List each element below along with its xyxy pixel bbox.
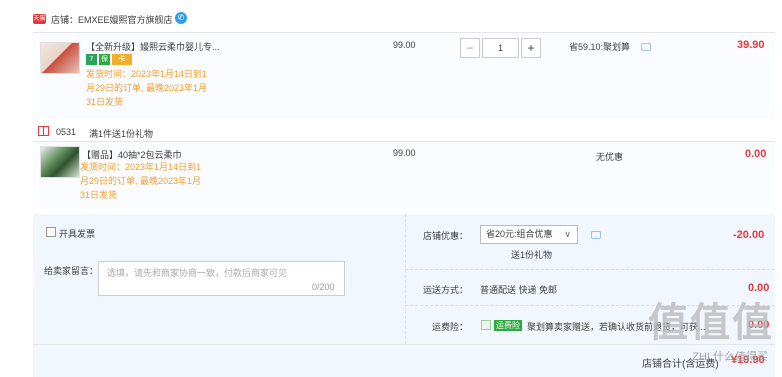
watermark-subtitle: ZHI 什么值得买 xyxy=(692,351,768,363)
shipping-method: 普通配送 快递 免邮 xyxy=(480,285,558,295)
qty-increase-button[interactable]: + xyxy=(521,38,541,58)
qty-input[interactable]: 1 xyxy=(482,38,519,58)
promo-text: 省59.10:聚划算 xyxy=(569,42,631,52)
comment-icon[interactable] xyxy=(591,231,601,239)
product-title[interactable]: 【全新升级】嫚熙云柔巾婴儿专... xyxy=(86,40,220,53)
ship-note-line: 31日发货 xyxy=(80,190,118,200)
item-subtotal: 39.90 xyxy=(737,39,765,51)
gift-thumbnail[interactable] xyxy=(40,146,80,178)
ship-note-line: 发货时间：2023年1月14日到1 xyxy=(86,69,208,79)
item-subtotal: 0.00 xyxy=(745,148,767,160)
wangwang-chat-icon[interactable]: ✆ xyxy=(175,12,187,24)
shop-name[interactable]: 店铺：EMXEE嫚熙官方旗舰店 xyxy=(51,13,173,26)
chevron-down-icon: ∨ xyxy=(564,229,571,239)
divider xyxy=(405,269,775,270)
ship-note-line: 月29日的订单, 最晚2023年1月 xyxy=(86,83,208,93)
shop-discount-note: 送1份礼物 xyxy=(511,250,553,260)
comment-icon[interactable] xyxy=(641,43,651,51)
unit-price: 99.00 xyxy=(393,148,416,158)
card-badge: 卡 xyxy=(112,54,132,65)
guarantee-badge: 保 xyxy=(99,54,110,65)
insurance-label: 运费险： xyxy=(432,322,469,332)
message-placeholder: 选填，请先和商家协商一致，付款后商家可见 xyxy=(107,268,288,278)
watermark-logo: 值值值 xyxy=(648,301,774,345)
tmall-badge: 天猫 xyxy=(33,14,46,24)
invoice-label[interactable]: 开具发票 xyxy=(59,227,95,240)
ship-note-line: 31日发货 xyxy=(86,97,124,107)
seven-day-return-badge: 7 xyxy=(86,54,97,65)
message-counter: 0/200 xyxy=(312,282,335,292)
ship-note-line: 月29日的订单, 最晚2023年1月 xyxy=(80,176,202,186)
promo-text: 无优惠 xyxy=(596,152,624,162)
shop-discount-value: -20.00 xyxy=(733,229,765,241)
ship-note-line: 发货时间：2023年1月14日到1 xyxy=(80,162,202,172)
gift-desc: 满1件送1份礼物 xyxy=(89,129,154,139)
gift-product-title[interactable]: 【赠品】40抽*2包云柔巾 xyxy=(82,148,182,161)
shipping-label: 运送方式： xyxy=(423,285,469,295)
gift-icon xyxy=(38,126,49,136)
invoice-checkbox[interactable] xyxy=(46,227,56,237)
gift-code: 0531 xyxy=(56,127,77,137)
product-thumbnail[interactable] xyxy=(40,42,80,74)
insurance-checkbox[interactable] xyxy=(481,320,491,330)
shop-discount-label: 店铺优惠： xyxy=(423,231,469,241)
insurance-tag: 运费险 xyxy=(494,320,522,331)
qty-decrease-button[interactable]: − xyxy=(460,38,480,58)
message-label: 给卖家留言： xyxy=(44,266,99,276)
shop-discount-select[interactable]: 省20元:组合优惠 ∨ xyxy=(480,225,578,244)
unit-price: 99.00 xyxy=(393,40,416,50)
shop-discount-selected: 省20元:组合优惠 xyxy=(486,229,553,239)
